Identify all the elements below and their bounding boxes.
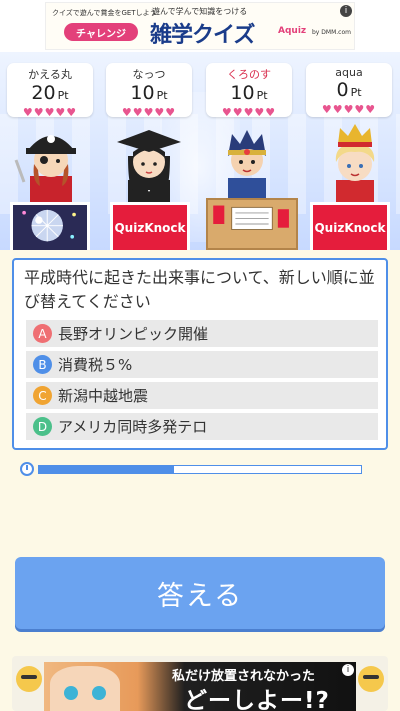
timer-fill	[39, 466, 175, 473]
countdown-timer	[20, 462, 362, 476]
player-score: 10	[230, 82, 255, 104]
podium-cardboard-box	[206, 198, 298, 250]
player-name: aqua	[335, 66, 363, 79]
question-panel: 平成時代に起きた出来事について、新しい順に並び替えてください A 長野オリンピッ…	[12, 258, 388, 450]
answer-letter-badge: B	[33, 355, 52, 374]
player-name: かえる丸	[28, 68, 72, 81]
top-ad-creative[interactable]: クイズで遊んで賞金をGETしよう! チャレンジ 遊んで学んで知識をつける 雑学ク…	[45, 2, 355, 50]
question-text: 平成時代に起きた出来事について、新しい順に並び替えてください	[24, 268, 375, 311]
score-card-player-4: aqua 0 Pt ♥♥♥♥♥	[306, 63, 392, 117]
life-hearts: ♥♥♥♥♥	[121, 106, 177, 119]
character-eye	[64, 686, 78, 700]
answer-option-b[interactable]: B 消費税５%	[26, 351, 378, 378]
score-unit: Pt	[256, 89, 268, 102]
answer-option-a[interactable]: A 長野オリンピック開催	[26, 320, 378, 347]
podium-label: QuizKnock	[314, 220, 386, 235]
ad-tagline: 遊んで学んで知識をつける	[152, 7, 248, 16]
score-unit: Pt	[57, 89, 69, 102]
ad-brand-logo: Aquiz	[278, 26, 307, 36]
answer-label: 消費税５%	[58, 356, 133, 374]
answer-option-d[interactable]: D アメリカ同時多発テロ	[26, 413, 378, 440]
sunglasses-emoji-icon	[16, 666, 42, 692]
anime-character-image	[50, 666, 120, 711]
answer-letter-badge: A	[33, 324, 52, 343]
ad-challenge-button[interactable]: チャレンジ	[64, 23, 138, 41]
hero-avatar	[210, 120, 284, 206]
bottom-ad-creative[interactable]: 私だけ放置されなかった どーしよー!? i	[44, 662, 356, 711]
answer-label: アメリカ同時多発テロ	[58, 418, 208, 436]
player-score: 0	[336, 79, 349, 101]
ad-brand-by: by DMM.com	[312, 29, 351, 36]
ad-info-icon[interactable]: i	[342, 664, 354, 676]
answer-option-c[interactable]: C 新潟中越地震	[26, 382, 378, 409]
podium-label: QuizKnock	[114, 220, 186, 235]
top-ad-banner[interactable]: クイズで遊んで賞金をGETしよう! チャレンジ 遊んで学んで知識をつける 雑学ク…	[0, 0, 400, 52]
answer-label: 新潟中越地震	[58, 387, 149, 405]
submit-answer-button[interactable]: 答える	[15, 557, 385, 629]
game-stage: かえる丸 20 Pt ♥♥♥♥♥ なっつ 10 Pt ♥♥♥♥♥ くろのす 10 Pt…	[0, 52, 400, 250]
answer-letter-badge: C	[33, 386, 52, 405]
score-unit: Pt	[156, 89, 168, 102]
ad-title: 雑学クイズ	[150, 23, 255, 48]
ad-subtitle: クイズで遊んで賞金をGETしよう!	[52, 9, 160, 17]
answer-label: 長野オリンピック開催	[58, 325, 209, 343]
player-name: なっつ	[132, 68, 166, 81]
score-unit: Pt	[350, 86, 362, 99]
score-card-player-1: かえる丸 20 Pt ♥♥♥♥♥	[7, 63, 93, 119]
king-avatar	[318, 120, 392, 206]
bottom-ad-banner[interactable]: 私だけ放置されなかった どーしよー!? i	[12, 656, 388, 711]
score-card-player-2: なっつ 10 Pt ♥♥♥♥♥	[106, 63, 192, 119]
score-card-player-3: くろのす 10 Pt ♥♥♥♥♥	[206, 63, 292, 119]
sunglasses-emoji-icon	[358, 666, 384, 692]
podium-quizknock: QuizKnock	[110, 202, 190, 250]
ad-info-icon[interactable]: i	[340, 5, 352, 17]
ad-catchphrase: どーしよー!?	[184, 688, 330, 711]
life-hearts: ♥♥♥♥♥	[321, 103, 377, 116]
podium-quizknock: QuizKnock	[310, 202, 390, 250]
graduate-avatar	[112, 120, 186, 206]
character-eye	[92, 686, 106, 700]
timer-track	[38, 465, 362, 474]
life-hearts: ♥♥♥♥♥	[221, 106, 277, 119]
submit-answer-label: 答える	[156, 580, 244, 612]
clock-icon	[20, 462, 34, 476]
player-score: 20	[31, 82, 56, 104]
answer-letter-badge: D	[33, 417, 52, 436]
life-hearts: ♥♥♥♥♥	[22, 106, 78, 119]
player-score: 10	[130, 82, 155, 104]
player-name-current: くろのす	[227, 68, 271, 81]
podium-disco-ball	[10, 202, 90, 250]
pirate-avatar	[14, 120, 88, 206]
